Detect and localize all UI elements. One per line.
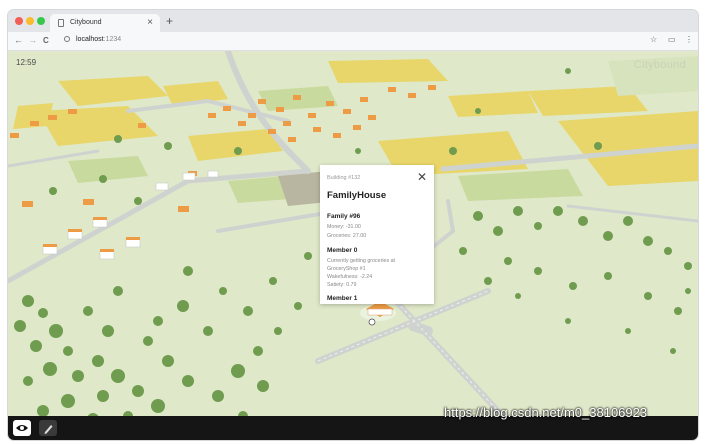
member-wakefulness: Wakefulness: -2.24 <box>327 274 373 280</box>
brand-logo: Citybound <box>633 59 686 71</box>
watermark-url: https://blog.csdn.net/m0_38106923 <box>444 405 648 420</box>
browser-toolbar: ← → C localhost:1234 ☆ ▭ ⋮ <box>8 32 698 51</box>
maximize-window-icon[interactable] <box>37 17 45 25</box>
bookmark-star-icon[interactable]: ☆ <box>650 35 657 44</box>
building-inspector-panel: Building #132 ✕ FamilyHouse Family #96 M… <box>320 165 434 304</box>
tab-bar: Citybound × + <box>8 10 698 32</box>
view-tool-button[interactable] <box>13 420 31 436</box>
member-heading: Member 0 <box>327 247 358 254</box>
cast-icon[interactable]: ▭ <box>668 35 676 44</box>
building-id: Building #132 <box>327 175 361 181</box>
member-activity: Currently getting groceries at <box>327 258 396 264</box>
eye-icon <box>16 425 28 431</box>
url-host: localhost <box>76 36 104 43</box>
url-port: :1234 <box>103 36 122 43</box>
address-bar[interactable]: localhost:1234 <box>60 34 620 47</box>
game-clock: 12:59 <box>16 58 37 67</box>
building-type-title: FamilyHouse <box>327 190 387 201</box>
info-icon[interactable] <box>64 36 70 42</box>
reload-icon[interactable]: C <box>43 36 49 45</box>
browser-tab[interactable]: Citybound × <box>50 14 160 32</box>
tab-close-icon[interactable]: × <box>147 17 153 28</box>
family-money: Money: -31.00 <box>327 224 361 230</box>
browser-window: Citybound × + ← → C localhost:1234 ☆ ▭ ⋮ <box>8 10 698 440</box>
forward-icon[interactable]: → <box>28 35 37 45</box>
game-viewport[interactable]: 12:59 Citybound Building #132 ✕ FamilyHo… <box>8 51 698 440</box>
page-icon <box>58 19 64 27</box>
member-satiety: Satiety: 0.79 <box>327 282 357 288</box>
family-heading: Family #96 <box>327 213 361 220</box>
close-icon[interactable]: ✕ <box>417 171 427 183</box>
family-groceries: Groceries: 27.00 <box>327 233 367 239</box>
member-location: GroceryShop #1 <box>327 266 366 272</box>
back-icon[interactable]: ← <box>14 35 23 45</box>
selected-building[interactable] <box>360 301 396 326</box>
tab-title: Citybound <box>70 19 102 26</box>
url-text: localhost:1234 <box>76 36 121 43</box>
next-member-heading: Member 1 <box>327 295 358 302</box>
menu-icon[interactable]: ⋮ <box>685 35 693 44</box>
close-window-icon[interactable] <box>15 17 23 25</box>
pencil-icon <box>44 425 53 434</box>
new-tab-button[interactable]: + <box>166 14 173 28</box>
edit-tool-button[interactable] <box>39 420 57 436</box>
minimize-window-icon[interactable] <box>26 17 34 25</box>
